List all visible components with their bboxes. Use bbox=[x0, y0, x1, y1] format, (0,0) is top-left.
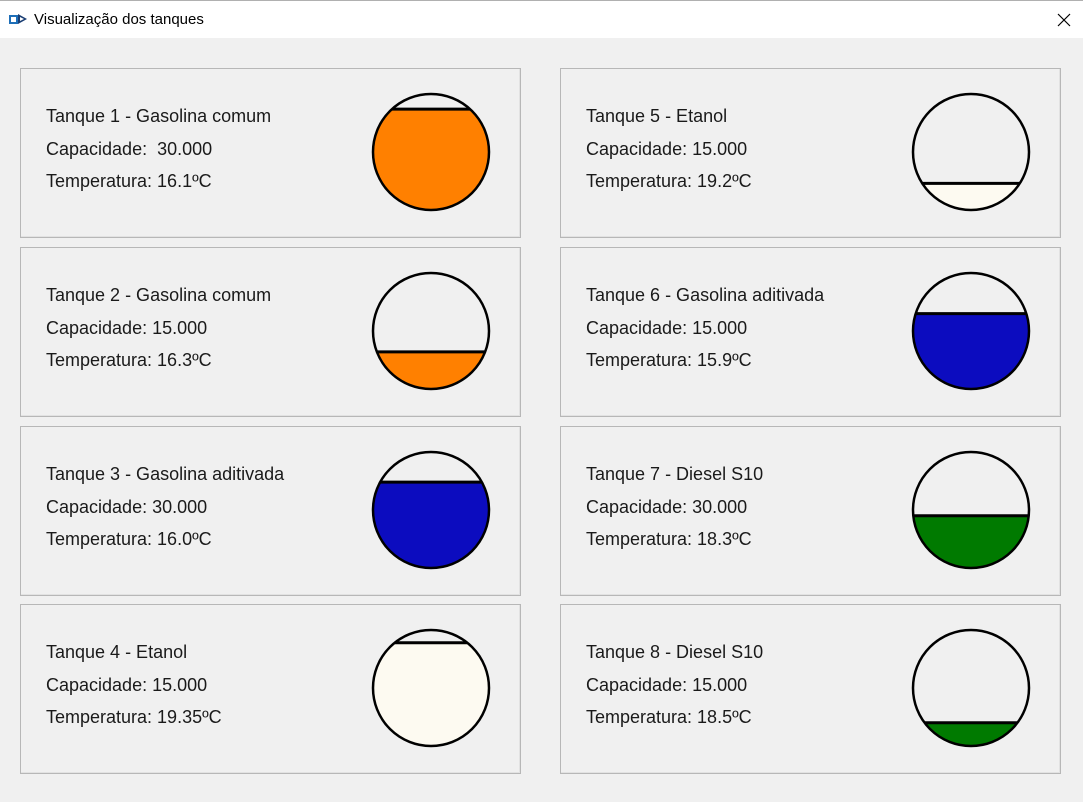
tank-temperature: Temperatura: 16.1ºC bbox=[46, 171, 212, 191]
tank-fill bbox=[913, 515, 1029, 568]
tank-capacity: Capacidade: 15.000 bbox=[46, 675, 208, 695]
tank-level-gauge bbox=[911, 92, 1031, 212]
tank-capacity: Capacidade: 30.000 bbox=[46, 139, 213, 159]
tank-level-gauge bbox=[911, 271, 1031, 391]
close-button[interactable] bbox=[1045, 1, 1083, 38]
tank-temperature: Temperatura: 18.3ºC bbox=[586, 529, 752, 549]
tank-temperature: Temperatura: 16.3ºC bbox=[46, 350, 212, 370]
tank-temperature: Temperatura: 16.0ºC bbox=[46, 529, 212, 549]
tank-level-gauge bbox=[371, 628, 491, 748]
tank-capacity: Capacidade: 15.000 bbox=[586, 675, 748, 695]
close-icon bbox=[1057, 13, 1071, 26]
tank-title: Tanque 6 - Gasolina aditivada bbox=[586, 285, 825, 305]
tank-title: Tanque 2 - Gasolina comum bbox=[46, 285, 272, 305]
tank-panel-7: Tanque 7 - Diesel S10 Capacidade: 30.000 T… bbox=[560, 426, 1061, 596]
tank-title: Tanque 3 - Gasolina aditivada bbox=[46, 464, 285, 484]
tank-panel-1: Tanque 1 - Gasolina comum Capacidade: 30.… bbox=[20, 68, 521, 238]
tank-temperature: Temperatura: 19.35ºC bbox=[46, 707, 222, 727]
tank-capacity: Capacidade: 15.000 bbox=[46, 318, 208, 338]
tank-fill bbox=[373, 109, 489, 210]
tank-title: Tanque 8 - Diesel S10 bbox=[586, 642, 764, 662]
window-title: Visualização dos tanques bbox=[34, 11, 204, 28]
tank-visualization-window: Visualização dos tanques Tanque 1 - Gaso… bbox=[0, 0, 1083, 802]
tank-level-gauge bbox=[371, 450, 491, 570]
tank-temperature: Temperatura: 15.9ºC bbox=[586, 350, 752, 370]
tank-panel-5: Tanque 5 - Etanol Capacidade: 15.000 Tempe… bbox=[560, 68, 1061, 238]
tank-panel-4: Tanque 4 - Etanol Capacidade: 15.000 Tempe… bbox=[20, 604, 521, 774]
tank-fill bbox=[373, 642, 489, 746]
tank-temperature: Temperatura: 18.5ºC bbox=[586, 707, 752, 727]
tank-title: Tanque 5 - Etanol bbox=[586, 106, 728, 126]
tank-level-gauge bbox=[371, 92, 491, 212]
tank-title: Tanque 4 - Etanol bbox=[46, 642, 188, 662]
tank-title: Tanque 7 - Diesel S10 bbox=[586, 464, 764, 484]
tank-capacity: Capacidade: 15.000 bbox=[586, 318, 748, 338]
tank-panel-2: Tanque 2 - Gasolina comum Capacidade: 15.… bbox=[20, 247, 521, 417]
tank-title: Tanque 1 - Gasolina comum bbox=[46, 106, 272, 126]
tank-capacity: Capacidade: 30.000 bbox=[46, 497, 208, 517]
tank-panel-6: Tanque 6 - Gasolina aditivada Capacidade:… bbox=[560, 247, 1061, 417]
tank-capacity: Capacidade: 30.000 bbox=[586, 497, 748, 517]
tank-fill bbox=[913, 183, 1029, 210]
tank-capacity: Capacidade: 15.000 bbox=[586, 139, 748, 159]
tank-panel-8: Tanque 8 - Diesel S10 Capacidade: 15.000 T… bbox=[560, 604, 1061, 774]
tank-level-gauge bbox=[371, 271, 491, 391]
tank-temperature: Temperatura: 19.2ºC bbox=[586, 171, 752, 191]
title-bar[interactable]: Visualização dos tanques bbox=[0, 0, 1083, 38]
tank-panel-3: Tanque 3 - Gasolina aditivada Capacidade:… bbox=[20, 426, 521, 596]
tank-fill bbox=[373, 482, 489, 568]
tank-level-gauge bbox=[911, 628, 1031, 748]
tank-level-gauge bbox=[911, 450, 1031, 570]
tank-fill bbox=[913, 313, 1029, 389]
app-icon bbox=[9, 14, 27, 24]
